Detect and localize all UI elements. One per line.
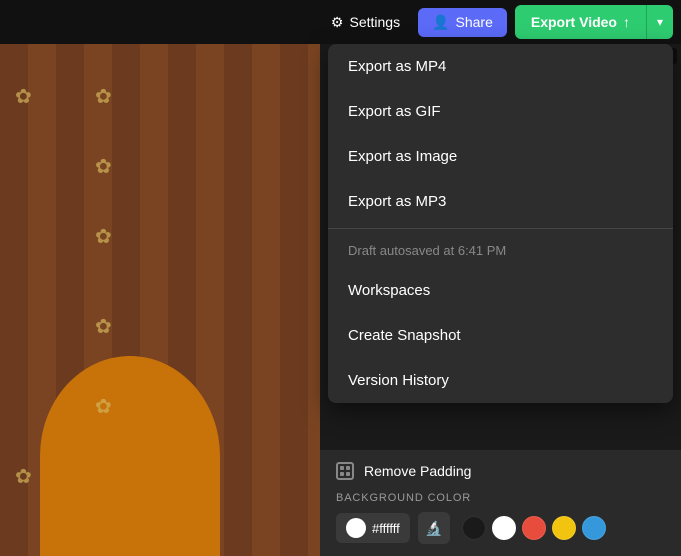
dropdown-menu: Export as MP4 Export as GIF Export as Im… <box>328 44 673 403</box>
white-swatch-circle <box>346 518 366 538</box>
menu-item-workspaces[interactable]: Workspaces <box>328 268 673 313</box>
eyedropper-icon: 🔬 <box>425 520 442 537</box>
fleur-2: ✿ <box>15 84 32 109</box>
top-bar: ⚙ Settings 👤 Share Export Video ↑ ▾ <box>0 0 681 44</box>
fleur-5: ✿ <box>95 314 112 339</box>
bottom-panel: Remove Padding BACKGROUND COLOR #ffffff … <box>320 450 681 556</box>
version-history-label: Version History <box>348 372 449 389</box>
chevron-down-icon: ▾ <box>657 15 663 29</box>
checkbox-grid-icon <box>340 466 350 476</box>
export-dropdown-button[interactable]: ▾ <box>646 5 673 39</box>
eyedropper-button[interactable]: 🔬 <box>418 512 450 544</box>
bg-color-section-label: BACKGROUND COLOR <box>336 492 665 504</box>
gear-icon: ⚙ <box>331 14 344 31</box>
export-group: Export Video ↑ ▾ <box>515 5 673 39</box>
menu-item-export-mp3[interactable]: Export as MP3 <box>328 179 673 224</box>
fleur-6: ✿ <box>95 394 112 419</box>
share-label: Share <box>456 14 493 30</box>
color-row: #ffffff 🔬 <box>336 512 665 544</box>
share-button[interactable]: 👤 Share <box>418 8 507 37</box>
remove-padding-checkbox[interactable] <box>336 462 354 480</box>
canvas-area: ✿ ✿ ✿ ✿ ✿ ✿ ✿ <box>0 44 320 556</box>
export-mp4-label: Export as MP4 <box>348 58 446 75</box>
menu-item-create-snapshot[interactable]: Create Snapshot <box>328 313 673 358</box>
fleur-7: ✿ <box>15 464 32 489</box>
create-snapshot-label: Create Snapshot <box>348 327 461 344</box>
export-label: Export Video <box>531 14 617 30</box>
fleur-3: ✿ <box>95 154 112 179</box>
menu-item-export-image[interactable]: Export as Image <box>328 134 673 179</box>
settings-label: Settings <box>349 14 400 30</box>
remove-padding-label: Remove Padding <box>364 463 471 479</box>
menu-item-export-mp4[interactable]: Export as MP4 <box>328 44 673 89</box>
right-panel: 80p Export as MP4 Export as GIF Export a… <box>320 44 681 556</box>
preset-color-blue[interactable] <box>582 516 606 540</box>
settings-button[interactable]: ⚙ Settings <box>321 8 410 37</box>
export-mp3-label: Export as MP3 <box>348 193 446 210</box>
preset-color-black[interactable] <box>462 516 486 540</box>
preset-color-yellow[interactable] <box>552 516 576 540</box>
canvas-blob <box>40 356 220 556</box>
preset-colors <box>462 516 606 540</box>
remove-padding-row: Remove Padding <box>336 462 665 480</box>
hex-value: #ffffff <box>372 521 400 536</box>
preset-color-red[interactable] <box>522 516 546 540</box>
upload-icon: ↑ <box>623 14 630 30</box>
autosaved-text: Draft autosaved at 6:41 PM <box>328 233 673 268</box>
fleur-4: ✿ <box>95 224 112 249</box>
menu-item-export-gif[interactable]: Export as GIF <box>328 89 673 134</box>
export-video-button[interactable]: Export Video ↑ <box>515 5 646 39</box>
export-gif-label: Export as GIF <box>348 103 441 120</box>
menu-divider-1 <box>328 228 673 229</box>
share-icon: 👤 <box>432 14 449 31</box>
fleur-1: ✿ <box>95 84 112 109</box>
color-swatch-white[interactable]: #ffffff <box>336 513 410 543</box>
preset-color-white[interactable] <box>492 516 516 540</box>
menu-item-version-history[interactable]: Version History <box>328 358 673 403</box>
export-image-label: Export as Image <box>348 148 457 165</box>
workspaces-label: Workspaces <box>348 282 430 299</box>
